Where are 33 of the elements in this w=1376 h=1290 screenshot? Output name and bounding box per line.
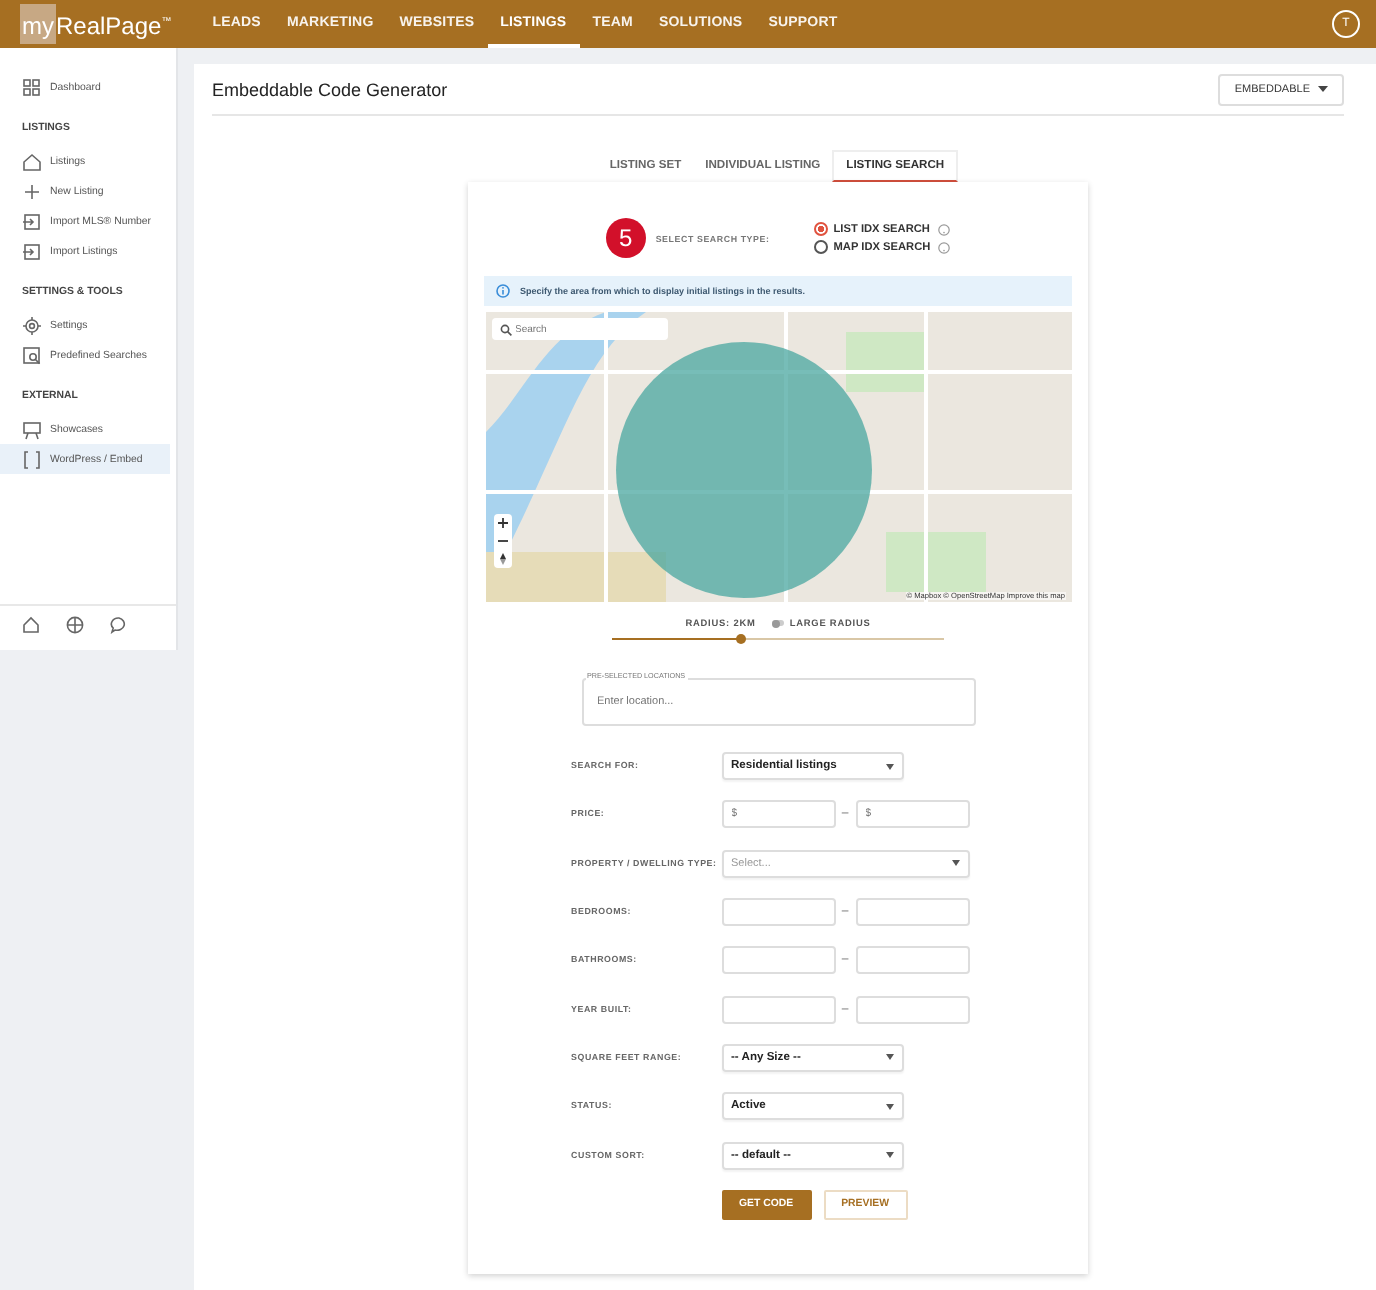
input-field[interactable] xyxy=(855,995,969,1024)
caret-icon xyxy=(885,1054,893,1061)
easel-icon xyxy=(22,419,42,439)
info-icon xyxy=(496,284,510,298)
caret-icon xyxy=(885,1152,893,1159)
search-icon xyxy=(499,323,511,335)
grid-icon xyxy=(22,77,42,97)
input-field[interactable] xyxy=(721,898,835,927)
globe-icon xyxy=(66,616,84,634)
chat-icon xyxy=(110,616,128,634)
gear-icon xyxy=(22,315,42,335)
caret-icon xyxy=(951,860,959,867)
magnifier-document-icon xyxy=(22,345,42,365)
slider-thumb[interactable] xyxy=(736,634,747,644)
input-field[interactable] xyxy=(855,898,969,927)
brackets-icon xyxy=(22,449,42,469)
help-icon xyxy=(937,223,950,235)
logo: myRealPage$^{™}$ xyxy=(20,4,172,44)
caret-icon xyxy=(885,763,893,770)
plus-icon xyxy=(22,181,42,201)
page-title: Embeddable Code Generator xyxy=(212,79,448,99)
zoom-in-icon xyxy=(493,514,511,532)
arrow-into-box-icon xyxy=(22,241,42,261)
step-number-badge: 5 xyxy=(605,218,646,258)
caret-icon xyxy=(1318,86,1328,92)
arrow-into-box-icon xyxy=(22,211,42,231)
caret-icon xyxy=(885,1103,893,1110)
house-icon xyxy=(22,151,42,171)
help-icon xyxy=(938,241,951,253)
input-field[interactable] xyxy=(721,995,835,1024)
input-field[interactable] xyxy=(855,946,969,975)
home-icon xyxy=(22,616,40,634)
input-field[interactable] xyxy=(721,946,835,975)
